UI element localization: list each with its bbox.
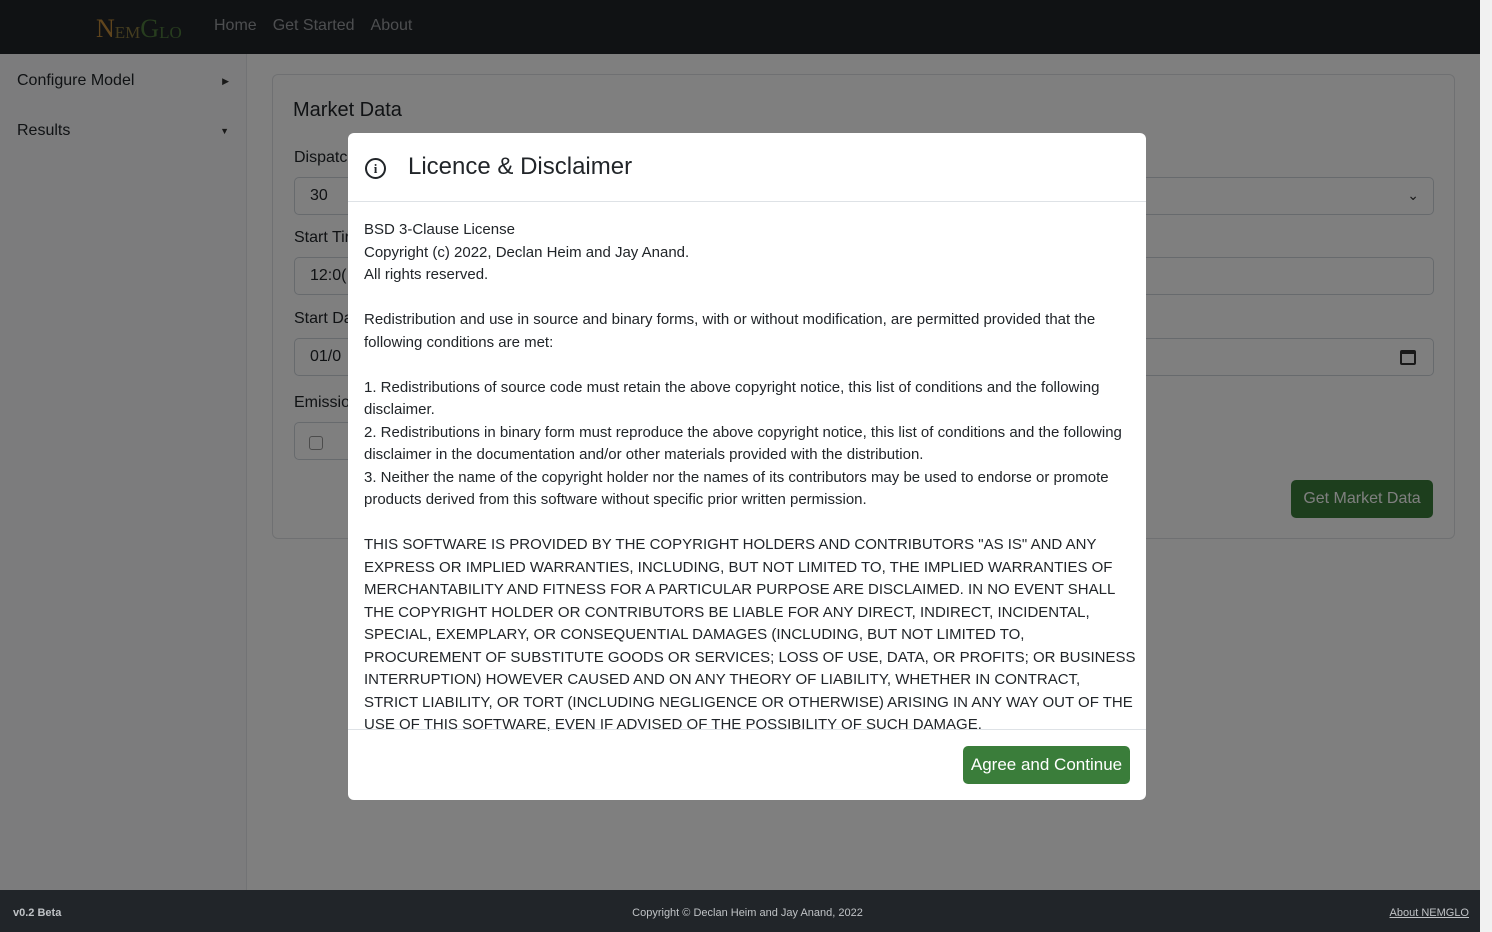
license-name: BSD 3-Clause License xyxy=(364,221,515,238)
app-root: N EM G LO Home Get Started About Configu… xyxy=(0,0,1492,932)
info-icon: i xyxy=(365,158,386,179)
agree-and-continue-button[interactable]: Agree and Continue xyxy=(963,746,1130,784)
license-disclaimer: THIS SOFTWARE IS PROVIDED BY THE COPYRIG… xyxy=(364,536,1136,733)
license-intro: Redistribution and use in source and bin… xyxy=(364,311,1096,351)
footer: v0.2 Beta Copyright © Declan Heim and Ja… xyxy=(0,890,1480,932)
modal-title: Licence & Disclaimer xyxy=(408,153,633,180)
license-copyright: Copyright (c) 2022, Declan Heim and Jay … xyxy=(364,243,690,261)
modal-header: i Licence & Disclaimer xyxy=(348,133,1146,202)
license-condition-3: 3. Neither the name of the copyright hol… xyxy=(364,468,1109,509)
scrollbar[interactable] xyxy=(1480,0,1492,932)
modal-body: BSD 3-Clause License Copyright (c) 2022,… xyxy=(364,219,1136,737)
license-condition-2: 2. Redistributions in binary form must r… xyxy=(364,423,1122,464)
license-condition-1: 1. Redistributions of source code must r… xyxy=(364,378,1100,419)
license-rights: All rights reserved. xyxy=(364,266,489,283)
about-nemglo-link[interactable]: About NEMGLO xyxy=(1390,907,1469,919)
footer-copyright: Copyright © Declan Heim and Jay Anand, 2… xyxy=(632,907,863,919)
licence-modal: i Licence & Disclaimer BSD 3-Clause Lice… xyxy=(348,133,1146,800)
modal-footer: Agree and Continue xyxy=(348,729,1146,800)
